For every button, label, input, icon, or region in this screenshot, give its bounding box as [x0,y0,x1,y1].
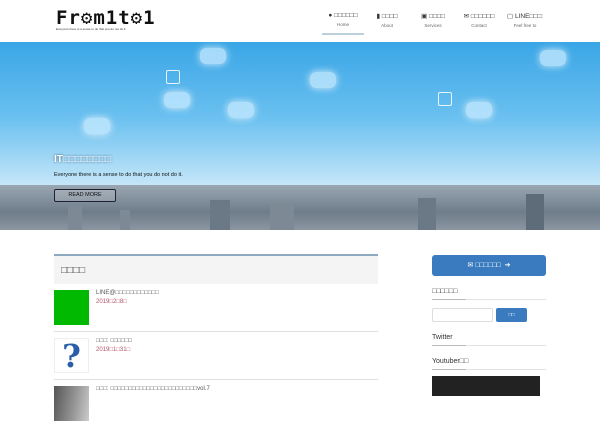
sidebar: ✉ □□□□□□ ➔ □□□□□□ □□ Twitter Youtuber□□ [432,255,546,396]
post-title[interactable]: LINE@□□□□□□□□□□□□ [96,290,159,296]
news-heading: □□□□ [54,254,378,284]
post-date: 2019□1□31□ [96,347,131,353]
nav-sub: About [381,23,393,28]
nav-home[interactable]: ● □□□□□□ Home [322,12,364,35]
post-thumbnail[interactable] [54,386,89,421]
nav-line[interactable]: ▢ LINE□□□: Feel free to [502,12,548,35]
contact-label: □□□□□□ [475,262,501,269]
post-thumbnail[interactable] [54,290,89,325]
search-input[interactable] [432,308,493,322]
youtube-widget-title: Youtuber□□ [432,358,546,370]
hero-title: IT□□□□□□□□ [54,154,112,165]
list-item[interactable]: ? □□□: □□□□□□ 2019□1□31□ [54,332,378,380]
book-icon: ▮ [376,13,381,20]
envelope-icon: ✉ [467,262,474,269]
logo-text: Fr⚙m1t⚙1 [56,7,156,29]
contact-button[interactable]: ✉ □□□□□□ ➔ [432,255,546,276]
search-form: □□ [432,308,546,322]
nav-label: □□□□ [429,13,445,20]
read-more-button[interactable]: READ MORE [54,189,116,202]
nav-label: □□□□ [381,13,398,20]
nav-sub: Home [336,22,349,27]
list-item[interactable]: LINE@□□□□□□□□□□□□ 2019□2□8□ [54,284,378,332]
cloud-icon [540,50,566,66]
home-icon: ● [328,12,333,19]
envelope-icon: ✉ [463,13,470,20]
post-date: 2019□2□8□ [96,299,127,305]
youtube-embed[interactable] [432,376,540,396]
nav-label: □□□□□□ [334,12,358,19]
nav-label: LINE□□□: [514,13,543,20]
search-widget-title: □□□□□□ [432,288,546,300]
search-button[interactable]: □□ [496,308,527,322]
cloud-icon [200,48,226,64]
cloud-icon [228,102,254,118]
cloud-icon [310,72,336,88]
nav-about[interactable]: ▮ □□□□ About [364,12,410,35]
cloud-icon [84,118,110,134]
nav-sub: Contact [471,23,487,28]
hero-banner: IT□□□□□□□□ Everyone there is a sense to … [0,42,600,230]
post-title[interactable]: □□□: □□□□□□ [96,338,132,344]
hero-subtitle: Everyone there is a sense to do that you… [54,172,183,178]
post-title[interactable]: □□□: □□□□□□□□□□□□□□□□□□□□□□□□vol.7 [96,386,210,392]
question-mark-icon[interactable]: ? [54,338,89,374]
site-header: Fr⚙m1t⚙1 Everyone there is a sense to do… [0,0,600,42]
chat-icon: ▢ [506,13,514,20]
arrow-circle-icon: ➔ [504,262,511,269]
news-section: □□□□ LINE@□□□□□□□□□□□□ 2019□2□8□ ? □□□: □… [54,254,378,428]
image-icon: ▣ [421,13,428,20]
nav-label: □□□□□□ [470,13,495,20]
nav-services[interactable]: ▣ □□□□ Services [410,12,456,35]
cloud-icon [466,102,492,118]
cloud-icon [164,92,190,108]
site-logo[interactable]: Fr⚙m1t⚙1 Everyone there is a sense to do… [56,8,156,31]
main-nav: ● □□□□□□ Home ▮ □□□□ About ▣ □□□□ Services … [322,12,548,35]
list-item[interactable]: □□□: □□□□□□□□□□□□□□□□□□□□□□□□vol.7 [54,380,378,428]
nav-contact[interactable]: ✉ □□□□□□ Contact [456,12,502,35]
square-icon [438,92,452,106]
twitter-widget-title: Twitter [432,334,546,346]
square-icon [166,70,180,84]
nav-sub: Services [424,23,442,28]
nav-sub: Feel free to [513,23,537,28]
